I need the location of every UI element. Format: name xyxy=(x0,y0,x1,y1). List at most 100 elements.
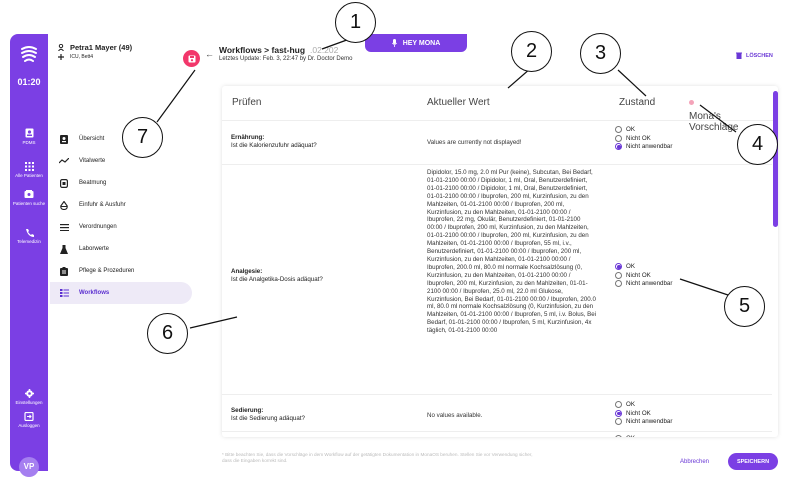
overview-icon xyxy=(60,134,68,144)
save-icon xyxy=(188,55,195,62)
row-title: Sedierung: xyxy=(231,407,264,414)
annotation-marker: 5 xyxy=(724,286,765,327)
row-value: Dipidolor, 15.0 mg, 2.0 ml Pur (keine), … xyxy=(427,169,597,335)
nav-label: Laborwerte xyxy=(79,246,110,252)
nav-item-lab[interactable]: Laborwerte xyxy=(50,238,192,260)
suggestion-hint: Mona's Vorschläge xyxy=(689,100,738,133)
app: 01:20 PDMS Alle Patienten Patienten such… xyxy=(0,0,808,477)
table-row: OK xyxy=(222,432,772,437)
pdms-icon xyxy=(25,128,33,138)
radio-ok[interactable]: OK xyxy=(615,434,635,437)
back-arrow-icon[interactable]: ← xyxy=(205,49,214,59)
patient-header[interactable]: Petra1 Mayer (49) ICU, Bett4 xyxy=(58,42,198,62)
radio-circle[interactable] xyxy=(615,418,622,426)
save-workflow-button[interactable] xyxy=(183,50,200,67)
nav-item-workflows[interactable]: Workflows xyxy=(50,282,192,304)
plus-icon xyxy=(58,54,64,60)
rail-item-patient-search[interactable]: Patienten suche xyxy=(10,190,48,207)
row-value: Values are currently not displayed! xyxy=(427,139,522,146)
list-icon xyxy=(59,223,69,231)
hey-mona-button[interactable]: HEY MONA xyxy=(365,34,467,52)
table-row: Sedierung: Ist die Sedierung adäquat? No… xyxy=(222,395,772,432)
radio-label: Nicht OK xyxy=(626,271,651,279)
radio-label: Nicht anwendbar xyxy=(626,143,673,151)
lab-icon xyxy=(60,244,68,254)
radio-not-applicable[interactable]: Nicht anwendbar xyxy=(615,142,672,151)
workflow-icon xyxy=(59,289,69,297)
radio-label: Nicht anwendbar xyxy=(626,280,673,288)
nav-label: Pflege & Prozeduren xyxy=(79,268,135,274)
rail-item-telemedicine[interactable]: Telemedizin xyxy=(10,228,48,245)
rail-item-label: Alle Patienten xyxy=(15,173,43,178)
table-row: Ernährung: Ist die Kalorienzufuhr adäqua… xyxy=(222,121,772,165)
ventilation-icon xyxy=(60,178,68,188)
nav-item-intake-output[interactable]: Einfuhr & Ausfuhr xyxy=(50,194,192,216)
rail-item-label: PDMS xyxy=(22,140,36,145)
drop-icon xyxy=(60,200,68,210)
delete-label: LÖSCHEN xyxy=(746,52,773,59)
avatar[interactable]: VP xyxy=(19,457,39,477)
radio-circle[interactable] xyxy=(615,125,622,133)
annotation-marker: 3 xyxy=(580,33,621,74)
radio-not-applicable[interactable]: Nicht anwendbar xyxy=(615,279,672,288)
radio-label: OK xyxy=(626,435,635,437)
annotation-marker: 4 xyxy=(737,124,778,165)
workflow-breadcrumb: Workflows > fast-hug xyxy=(219,45,306,55)
cancel-button[interactable]: Abbrechen xyxy=(680,459,709,465)
microphone-icon xyxy=(391,39,397,47)
patient-search-icon xyxy=(24,190,34,198)
radio-circle[interactable] xyxy=(615,262,622,270)
last-update-text: Letztes Update: Feb. 3, 22:47 by Dr. Doc… xyxy=(219,56,353,62)
gear-icon xyxy=(24,389,34,398)
radio-not-ok[interactable]: Nicht OK xyxy=(615,271,672,280)
row-question: Sedierung: Ist die Sedierung adäquat? xyxy=(231,407,305,422)
nav-item-orders[interactable]: Verordnungen xyxy=(50,216,192,238)
radio-label: OK xyxy=(626,262,635,270)
nav-item-vitals[interactable]: Vitalwerte xyxy=(50,150,192,172)
radio-not-ok[interactable]: Nicht OK xyxy=(615,134,672,143)
radio-label: OK xyxy=(626,125,635,133)
patient-name: Petra1 Mayer (49) xyxy=(70,42,133,52)
nav-label: Vitalwerte xyxy=(79,158,106,164)
workflow-table-card: Prüfen Aktueller Wert Zustand Mona's Vor… xyxy=(222,86,778,437)
col-state: Zustand xyxy=(619,97,656,108)
radio-circle[interactable] xyxy=(615,400,622,408)
radio-circle[interactable] xyxy=(615,434,622,437)
radio-label: Nicht OK xyxy=(626,134,651,142)
row-question-text: Ist die Sedierung adäquat? xyxy=(231,414,305,422)
rail-item-label: Patienten suche xyxy=(12,201,46,206)
clock-time: 01:20 xyxy=(17,77,41,87)
logout-icon xyxy=(24,412,34,421)
vitals-icon xyxy=(59,158,69,164)
nav-label: Verordnungen xyxy=(79,224,117,230)
row-question: Analgesie: Ist die Analgetika-Dosis adäq… xyxy=(231,268,323,283)
radio-circle[interactable] xyxy=(615,409,622,417)
radio-circle[interactable] xyxy=(615,271,622,279)
hey-mona-label: HEY MONA xyxy=(402,39,441,47)
radio-ok[interactable]: OK xyxy=(615,125,672,134)
delete-button[interactable]: LÖSCHEN xyxy=(736,52,773,59)
phone-icon xyxy=(25,229,34,237)
nav-item-overview[interactable]: Übersicht xyxy=(50,128,192,150)
rail-item-settings[interactable]: Einstellungen xyxy=(10,389,48,406)
row-title: Analgesie: xyxy=(231,268,263,275)
row-question: Ernährung: Ist die Kalorienzufuhr adäqua… xyxy=(231,134,317,149)
radio-not-ok[interactable]: Nicht OK xyxy=(615,409,672,418)
scrollbar-thumb[interactable] xyxy=(773,91,778,227)
rail-item-label: Ausloggen xyxy=(18,423,40,428)
rail-item-all-patients[interactable]: Alle Patienten xyxy=(10,162,48,179)
radio-not-applicable[interactable]: Nicht anwendbar xyxy=(615,417,672,426)
col-check: Prüfen xyxy=(232,97,262,108)
radio-ok[interactable]: OK xyxy=(615,400,672,409)
radio-circle[interactable] xyxy=(615,143,622,151)
nav-item-ventilation[interactable]: Beatmung xyxy=(50,172,192,194)
nav-item-care[interactable]: Pflege & Prozeduren xyxy=(50,260,192,282)
radio-circle[interactable] xyxy=(615,280,622,288)
rail-item-logout[interactable]: Ausloggen xyxy=(10,412,48,429)
annotation-marker: 2 xyxy=(511,31,552,72)
rail-item-pdms[interactable]: PDMS xyxy=(10,128,48,146)
radio-ok[interactable]: OK xyxy=(615,262,672,271)
radio-circle[interactable] xyxy=(615,134,622,142)
nav-label: Workflows xyxy=(79,290,110,296)
save-button[interactable]: SPEICHERN xyxy=(728,453,778,470)
